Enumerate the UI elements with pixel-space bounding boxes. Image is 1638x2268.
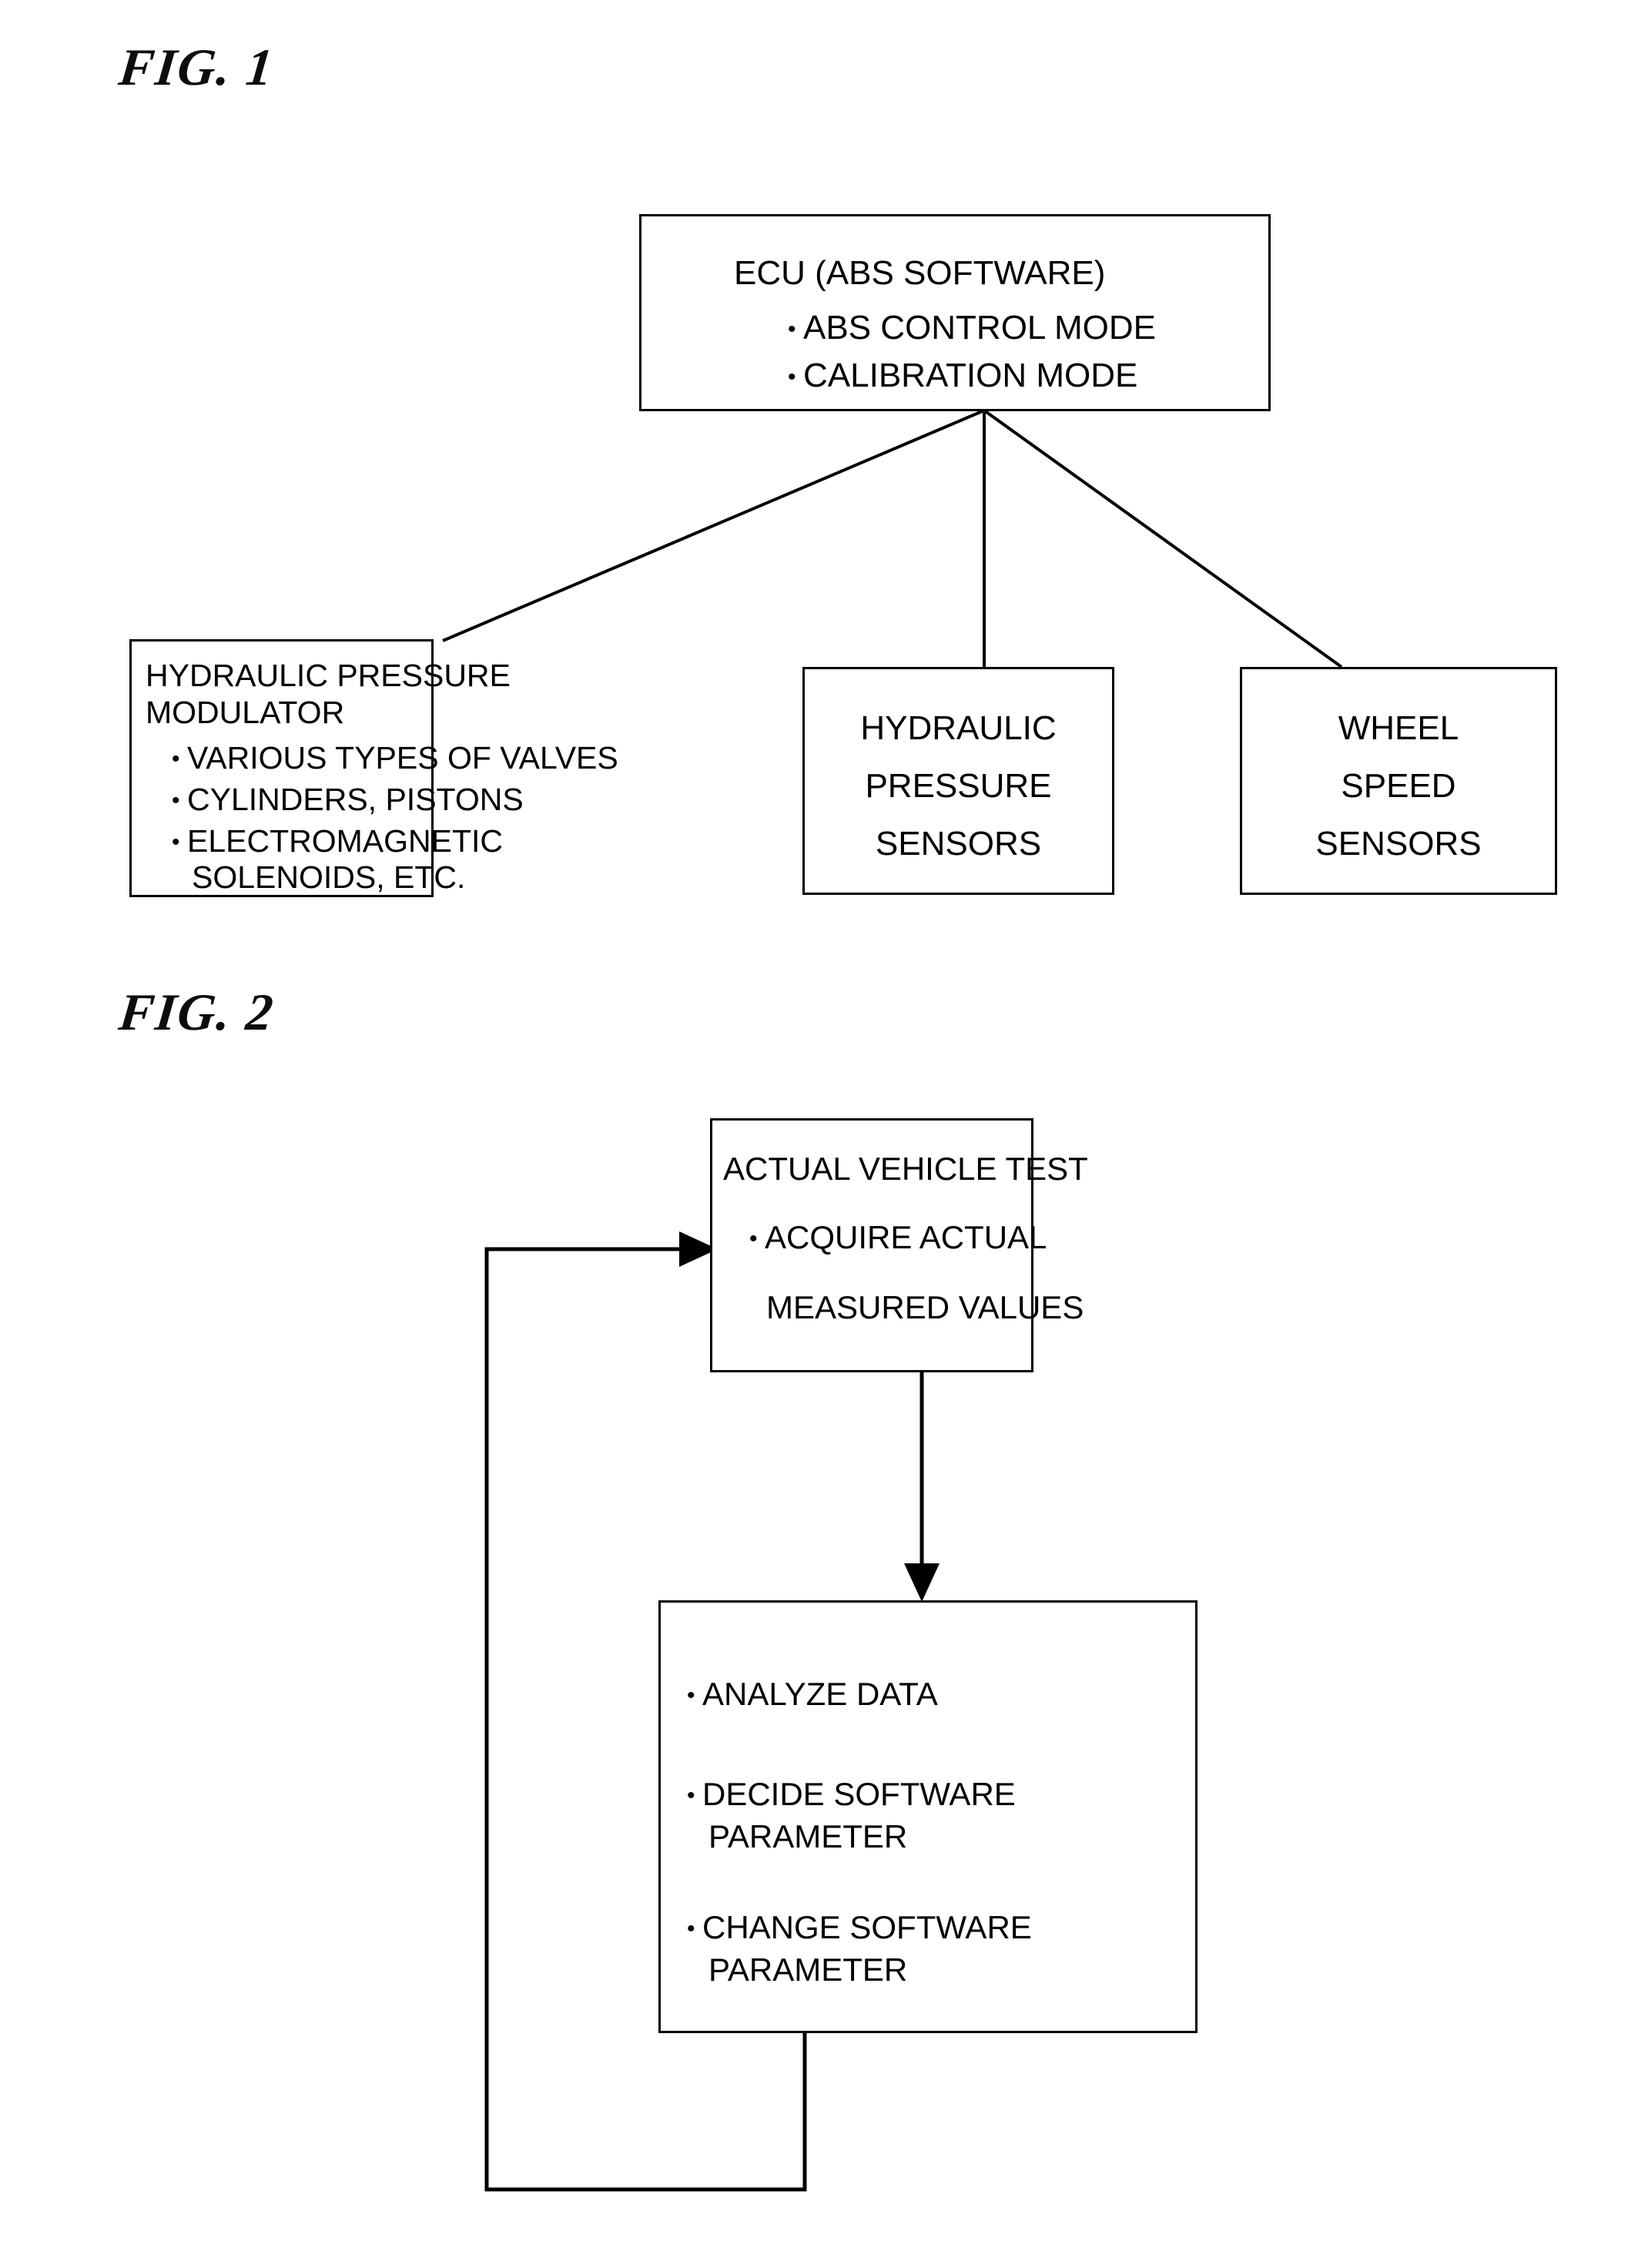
connector-ecu-to-modulator (442, 409, 985, 642)
bullet-icon: • (788, 364, 796, 390)
figure-2-caption: FIG. 2 (116, 983, 277, 1041)
bullet-icon: • (172, 829, 180, 855)
arrowhead-down-icon (904, 1563, 940, 1602)
modulator-bullet-1-label: VARIOUS TYPES OF VALVES (187, 740, 618, 776)
modulator-bullet-1: • VARIOUS TYPES OF VALVES (172, 740, 618, 776)
ecu-title: ECU (ABS SOFTWARE) (734, 254, 1106, 292)
modulator-bullet-3-continuation: SOLENOIDS, ETC. (192, 859, 466, 895)
wheel-sensors-line-2: SPEED (1341, 767, 1456, 805)
vehicle-test-bullet-1-label: ACQUIRE ACTUAL (765, 1219, 1047, 1255)
bullet-icon: • (749, 1226, 758, 1251)
bullet-icon: • (687, 1916, 695, 1941)
ecu-bullet-2-label: CALIBRATION MODE (803, 357, 1138, 394)
vehicle-test-title: ACTUAL VEHICLE TEST (723, 1151, 1088, 1187)
bullet-icon: • (687, 1783, 695, 1808)
bullet-icon: • (788, 317, 796, 342)
figure-1-caption: FIG. 1 (116, 38, 277, 96)
ecu-bullet-1: • ABS CONTROL MODE (788, 309, 1156, 347)
analyze-bullet-3: • CHANGE SOFTWARE (687, 1909, 1032, 1946)
box-hydraulic-pressure-sensors: HYDRAULIC PRESSURE SENSORS (802, 667, 1114, 895)
box-wheel-speed-sensors: WHEEL SPEED SENSORS (1240, 667, 1557, 895)
modulator-bullet-2: • CYLINDERS, PISTONS (172, 782, 524, 818)
box-hydraulic-pressure-modulator: HYDRAULIC PRESSURE MODULATOR • VARIOUS TY… (129, 639, 618, 897)
modulator-bullet-3-label: ELECTROMAGNETIC (187, 823, 504, 859)
wheel-sensors-line-3: SENSORS (1315, 825, 1482, 863)
analyze-bullet-1: • ANALYZE DATA (687, 1676, 938, 1713)
bullet-icon: • (172, 788, 180, 813)
analyze-bullet-3-continuation: PARAMETER (708, 1951, 908, 1988)
wheel-sensors-line-1: WHEEL (1338, 709, 1459, 747)
ecu-bullet-1-label: ABS CONTROL MODE (803, 309, 1156, 347)
connector-ecu-to-wheel-sensors (983, 409, 1343, 668)
analyze-bullet-2-continuation: PARAMETER (708, 1818, 908, 1854)
analyze-bullet-2-label: DECIDE SOFTWARE (702, 1776, 1016, 1812)
analyze-bullet-1-label: ANALYZE DATA (702, 1676, 938, 1712)
modulator-bullet-2-label: CYLINDERS, PISTONS (187, 782, 524, 817)
box-ecu: ECU (ABS SOFTWARE) • ABS CONTROL MODE • CA… (639, 214, 1271, 411)
bullet-icon: • (687, 1683, 695, 1708)
modulator-title-line-1: HYDRAULIC PRESSURE (146, 658, 511, 693)
pressure-sensors-line-1: HYDRAULIC (860, 709, 1057, 747)
vehicle-test-bullet-1-continuation: MEASURED VALUES (766, 1289, 1084, 1325)
ecu-bullet-2: • CALIBRATION MODE (788, 357, 1137, 395)
analyze-bullet-3-label: CHANGE SOFTWARE (702, 1909, 1032, 1945)
analyze-bullet-2: • DECIDE SOFTWARE (687, 1776, 1016, 1813)
patent-figure-sheet: FIG. 1 ECU (ABS SOFTWARE) • ABS CONTROL M… (0, 0, 1638, 2268)
modulator-bullet-3: • ELECTROMAGNETIC (172, 823, 503, 859)
pressure-sensors-line-2: PRESSURE (865, 767, 1052, 805)
box-actual-vehicle-test: ACTUAL VEHICLE TEST • ACQUIRE ACTUAL MEAS… (710, 1118, 1088, 1372)
bullet-icon: • (172, 746, 180, 772)
pressure-sensors-line-3: SENSORS (875, 825, 1042, 863)
box-analyze-decide-change: • ANALYZE DATA • DECIDE SOFTWARE PARAMETER… (658, 1600, 1198, 2033)
vehicle-test-bullet-1: • ACQUIRE ACTUAL (749, 1219, 1047, 1256)
modulator-title-line-2: MODULATOR (146, 695, 345, 730)
